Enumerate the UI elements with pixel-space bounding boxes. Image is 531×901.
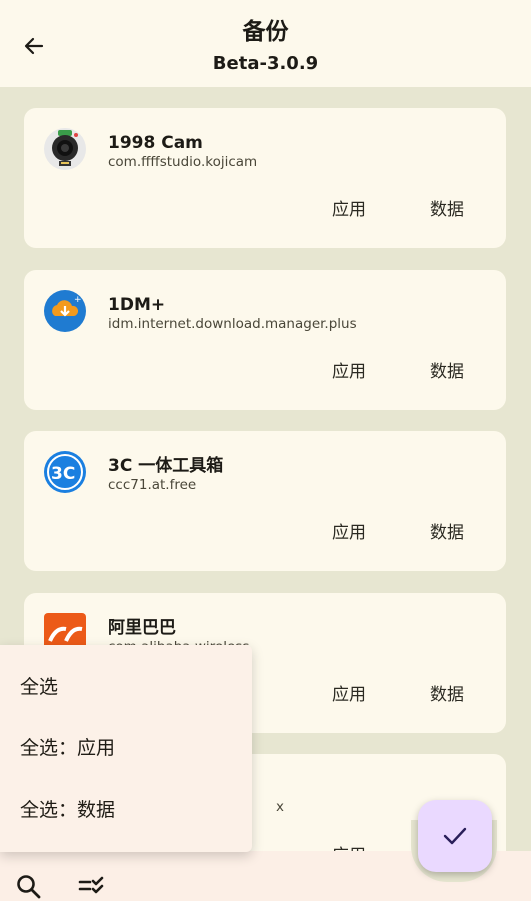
menu-item-select-all-data[interactable]: 全选：数据 [20, 797, 115, 823]
search-icon [17, 875, 41, 899]
backup-data-button[interactable]: 数据 [430, 521, 464, 545]
backup-data-button[interactable]: 数据 [430, 198, 464, 222]
backup-data-button[interactable]: 数据 [430, 360, 464, 384]
backup-app-button[interactable]: 应用 [332, 360, 366, 384]
checklist-icon [78, 876, 104, 894]
backup-data-button[interactable]: 数据 [430, 683, 464, 707]
menu-item-select-all-apps[interactable]: 全选：应用 [20, 735, 115, 761]
app-name: 1DM+ [108, 295, 166, 315]
app-package: x [276, 799, 284, 815]
select-menu-button[interactable] [78, 874, 108, 900]
app-package: idm.internet.download.manager.plus [108, 316, 357, 332]
top-app-bar: 备份 Beta-3.0.9 [0, 0, 531, 87]
svg-text:+: + [74, 295, 82, 305]
app-name: 阿里巴巴 [108, 618, 176, 638]
check-icon [443, 827, 467, 845]
backup-app-button[interactable]: 应用 [332, 521, 366, 545]
camera-app-icon [44, 128, 86, 170]
app-name: 3C 一体工具箱 [108, 456, 224, 476]
toolbox-app-icon: 3C [44, 451, 86, 493]
app-card: + 1DM+ idm.internet.download.manager.plu… [24, 270, 506, 410]
menu-item-select-all[interactable]: 全选 [20, 674, 58, 700]
download-app-icon: + [44, 290, 86, 332]
svg-text:3C: 3C [51, 464, 75, 484]
app-package: ccc71.at.free [108, 477, 197, 493]
search-button[interactable] [14, 872, 44, 901]
page-subtitle: Beta-3.0.9 [212, 53, 319, 74]
confirm-backup-fab[interactable] [418, 800, 492, 872]
app-package: com.ffffstudio.kojicam [108, 154, 258, 170]
page-title: 备份 [242, 19, 289, 45]
app-card: 3C 3C 一体工具箱 ccc71.at.free 应用 数据 [24, 431, 506, 571]
app-name: 1998 Cam [108, 133, 203, 153]
backup-app-button[interactable]: 应用 [332, 683, 366, 707]
select-all-menu: 全选 全选：应用 全选：数据 [0, 645, 252, 852]
app-card: 1998 Cam com.ffffstudio.kojicam 应用 数据 [24, 108, 506, 248]
backup-app-button[interactable]: 应用 [332, 198, 366, 222]
